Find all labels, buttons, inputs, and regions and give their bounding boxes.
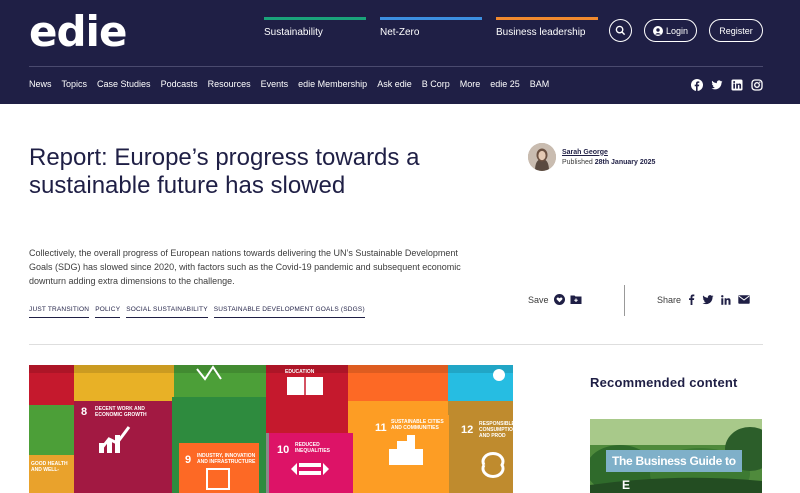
social-links bbox=[691, 79, 763, 91]
svg-text:E: E bbox=[622, 478, 630, 492]
share-label: Share bbox=[657, 294, 682, 305]
search-icon bbox=[615, 25, 626, 36]
svg-text:12: 12 bbox=[461, 424, 473, 436]
save-label: Save bbox=[528, 294, 549, 305]
linkedin-icon[interactable] bbox=[721, 294, 731, 305]
site-logo[interactable]: edie bbox=[29, 8, 127, 56]
recommended-card[interactable]: E The Business Guide to bbox=[590, 419, 762, 493]
login-label: Login bbox=[665, 25, 689, 36]
nav-item-podcasts[interactable]: Podcasts bbox=[161, 79, 198, 89]
article-tags: JUST TRANSITION POLICY SOCIAL SUSTAINABI… bbox=[29, 306, 365, 318]
login-button[interactable]: Login bbox=[644, 19, 697, 42]
tag-social-sustainability[interactable]: SOCIAL SUSTAINABILITY bbox=[126, 306, 208, 318]
article-title: Report: Europe’s progress towards a sust… bbox=[29, 144, 420, 199]
nav-item-news[interactable]: News bbox=[29, 79, 52, 89]
twitter-icon[interactable] bbox=[702, 294, 714, 305]
nav-item-topics[interactable]: Topics bbox=[62, 79, 88, 89]
nav-item-bam[interactable]: BAM bbox=[530, 79, 550, 89]
publish-date: Published 28th January 2025 bbox=[562, 159, 655, 166]
site-header: edie Sustainability Net-Zero Business le… bbox=[0, 0, 800, 104]
author-block: Sarah George Published 28th January 2025 bbox=[528, 143, 655, 171]
share-actions: Share bbox=[657, 294, 750, 305]
article-hero-image: 8 DECENT WORK AND ECONOMIC GROWTH EDUCAT… bbox=[29, 365, 513, 493]
recommended-content-title: Recommended content bbox=[590, 375, 738, 390]
actions-divider bbox=[624, 285, 625, 316]
facebook-icon[interactable] bbox=[688, 294, 695, 305]
pillar-label: Business leadership bbox=[496, 27, 586, 38]
save-actions: Save bbox=[528, 294, 582, 305]
tag-sdgs[interactable]: SUSTAINABLE DEVELOPMENT GOALS (SDGS) bbox=[213, 306, 365, 318]
pillar-label: Net-Zero bbox=[380, 27, 420, 38]
header-divider bbox=[29, 66, 763, 67]
recommended-card-banner: The Business Guide to bbox=[606, 450, 742, 472]
svg-text:INEQUALITIES: INEQUALITIES bbox=[295, 448, 331, 454]
author-avatar[interactable] bbox=[528, 143, 556, 171]
nav-item-resources[interactable]: Resources bbox=[208, 79, 251, 89]
pillar-accent-bar bbox=[496, 17, 598, 20]
pillar-accent-bar bbox=[264, 17, 366, 20]
pillar-business-leadership[interactable]: Business leadership bbox=[496, 17, 598, 47]
nav-item-events[interactable]: Events bbox=[261, 79, 289, 89]
content-divider bbox=[29, 344, 763, 345]
user-icon bbox=[652, 25, 663, 36]
published-date: 28th January 2025 bbox=[594, 158, 656, 166]
sdg-8-number: 8 bbox=[81, 406, 87, 418]
svg-text:10: 10 bbox=[277, 444, 289, 456]
register-button[interactable]: Register bbox=[709, 19, 763, 42]
instagram-icon[interactable] bbox=[751, 79, 763, 91]
article-lede: Collectively, the overall progress of Eu… bbox=[29, 248, 461, 286]
main-nav: News Topics Case Studies Podcasts Resour… bbox=[29, 79, 559, 89]
pillar-accent-bar bbox=[380, 17, 482, 20]
facebook-icon[interactable] bbox=[691, 79, 703, 91]
tag-policy[interactable]: POLICY bbox=[95, 306, 121, 318]
svg-text:AND INFRASTRUCTURE: AND INFRASTRUCTURE bbox=[197, 459, 256, 465]
twitter-icon[interactable] bbox=[711, 79, 723, 91]
svg-text:AND COMMUNITIES: AND COMMUNITIES bbox=[391, 425, 439, 431]
svg-text:AND PROD: AND PROD bbox=[479, 433, 506, 439]
pillar-sustainability[interactable]: Sustainability bbox=[264, 17, 366, 47]
svg-text:9: 9 bbox=[185, 454, 191, 466]
nav-item-edie-25[interactable]: edie 25 bbox=[490, 79, 520, 89]
email-icon[interactable] bbox=[738, 295, 750, 304]
pillar-net-zero[interactable]: Net-Zero bbox=[380, 17, 482, 47]
svg-text:11: 11 bbox=[375, 422, 387, 434]
svg-text:AND WELL-: AND WELL- bbox=[31, 467, 59, 473]
nav-item-more[interactable]: More bbox=[460, 79, 481, 89]
heart-icon[interactable] bbox=[553, 294, 565, 305]
linkedin-icon[interactable] bbox=[731, 79, 743, 91]
search-button[interactable] bbox=[609, 19, 632, 42]
nav-item-edie-membership[interactable]: edie Membership bbox=[298, 79, 367, 89]
pillar-label: Sustainability bbox=[264, 27, 323, 38]
avatar-image bbox=[528, 143, 556, 171]
svg-text:EDUCATION: EDUCATION bbox=[285, 369, 315, 375]
nav-item-ask-edie[interactable]: Ask edie bbox=[377, 79, 412, 89]
nav-item-b-corp[interactable]: B Corp bbox=[422, 79, 450, 89]
published-prefix: Published bbox=[562, 158, 593, 166]
svg-text:ECONOMIC GROWTH: ECONOMIC GROWTH bbox=[95, 412, 147, 418]
nav-item-case-studies[interactable]: Case Studies bbox=[97, 79, 151, 89]
tag-just-transition[interactable]: JUST TRANSITION bbox=[29, 306, 90, 318]
sdg-cubes-illustration: 8 DECENT WORK AND ECONOMIC GROWTH EDUCAT… bbox=[29, 365, 513, 493]
author-name[interactable]: Sarah George bbox=[562, 149, 655, 156]
folder-add-icon[interactable] bbox=[570, 294, 582, 305]
